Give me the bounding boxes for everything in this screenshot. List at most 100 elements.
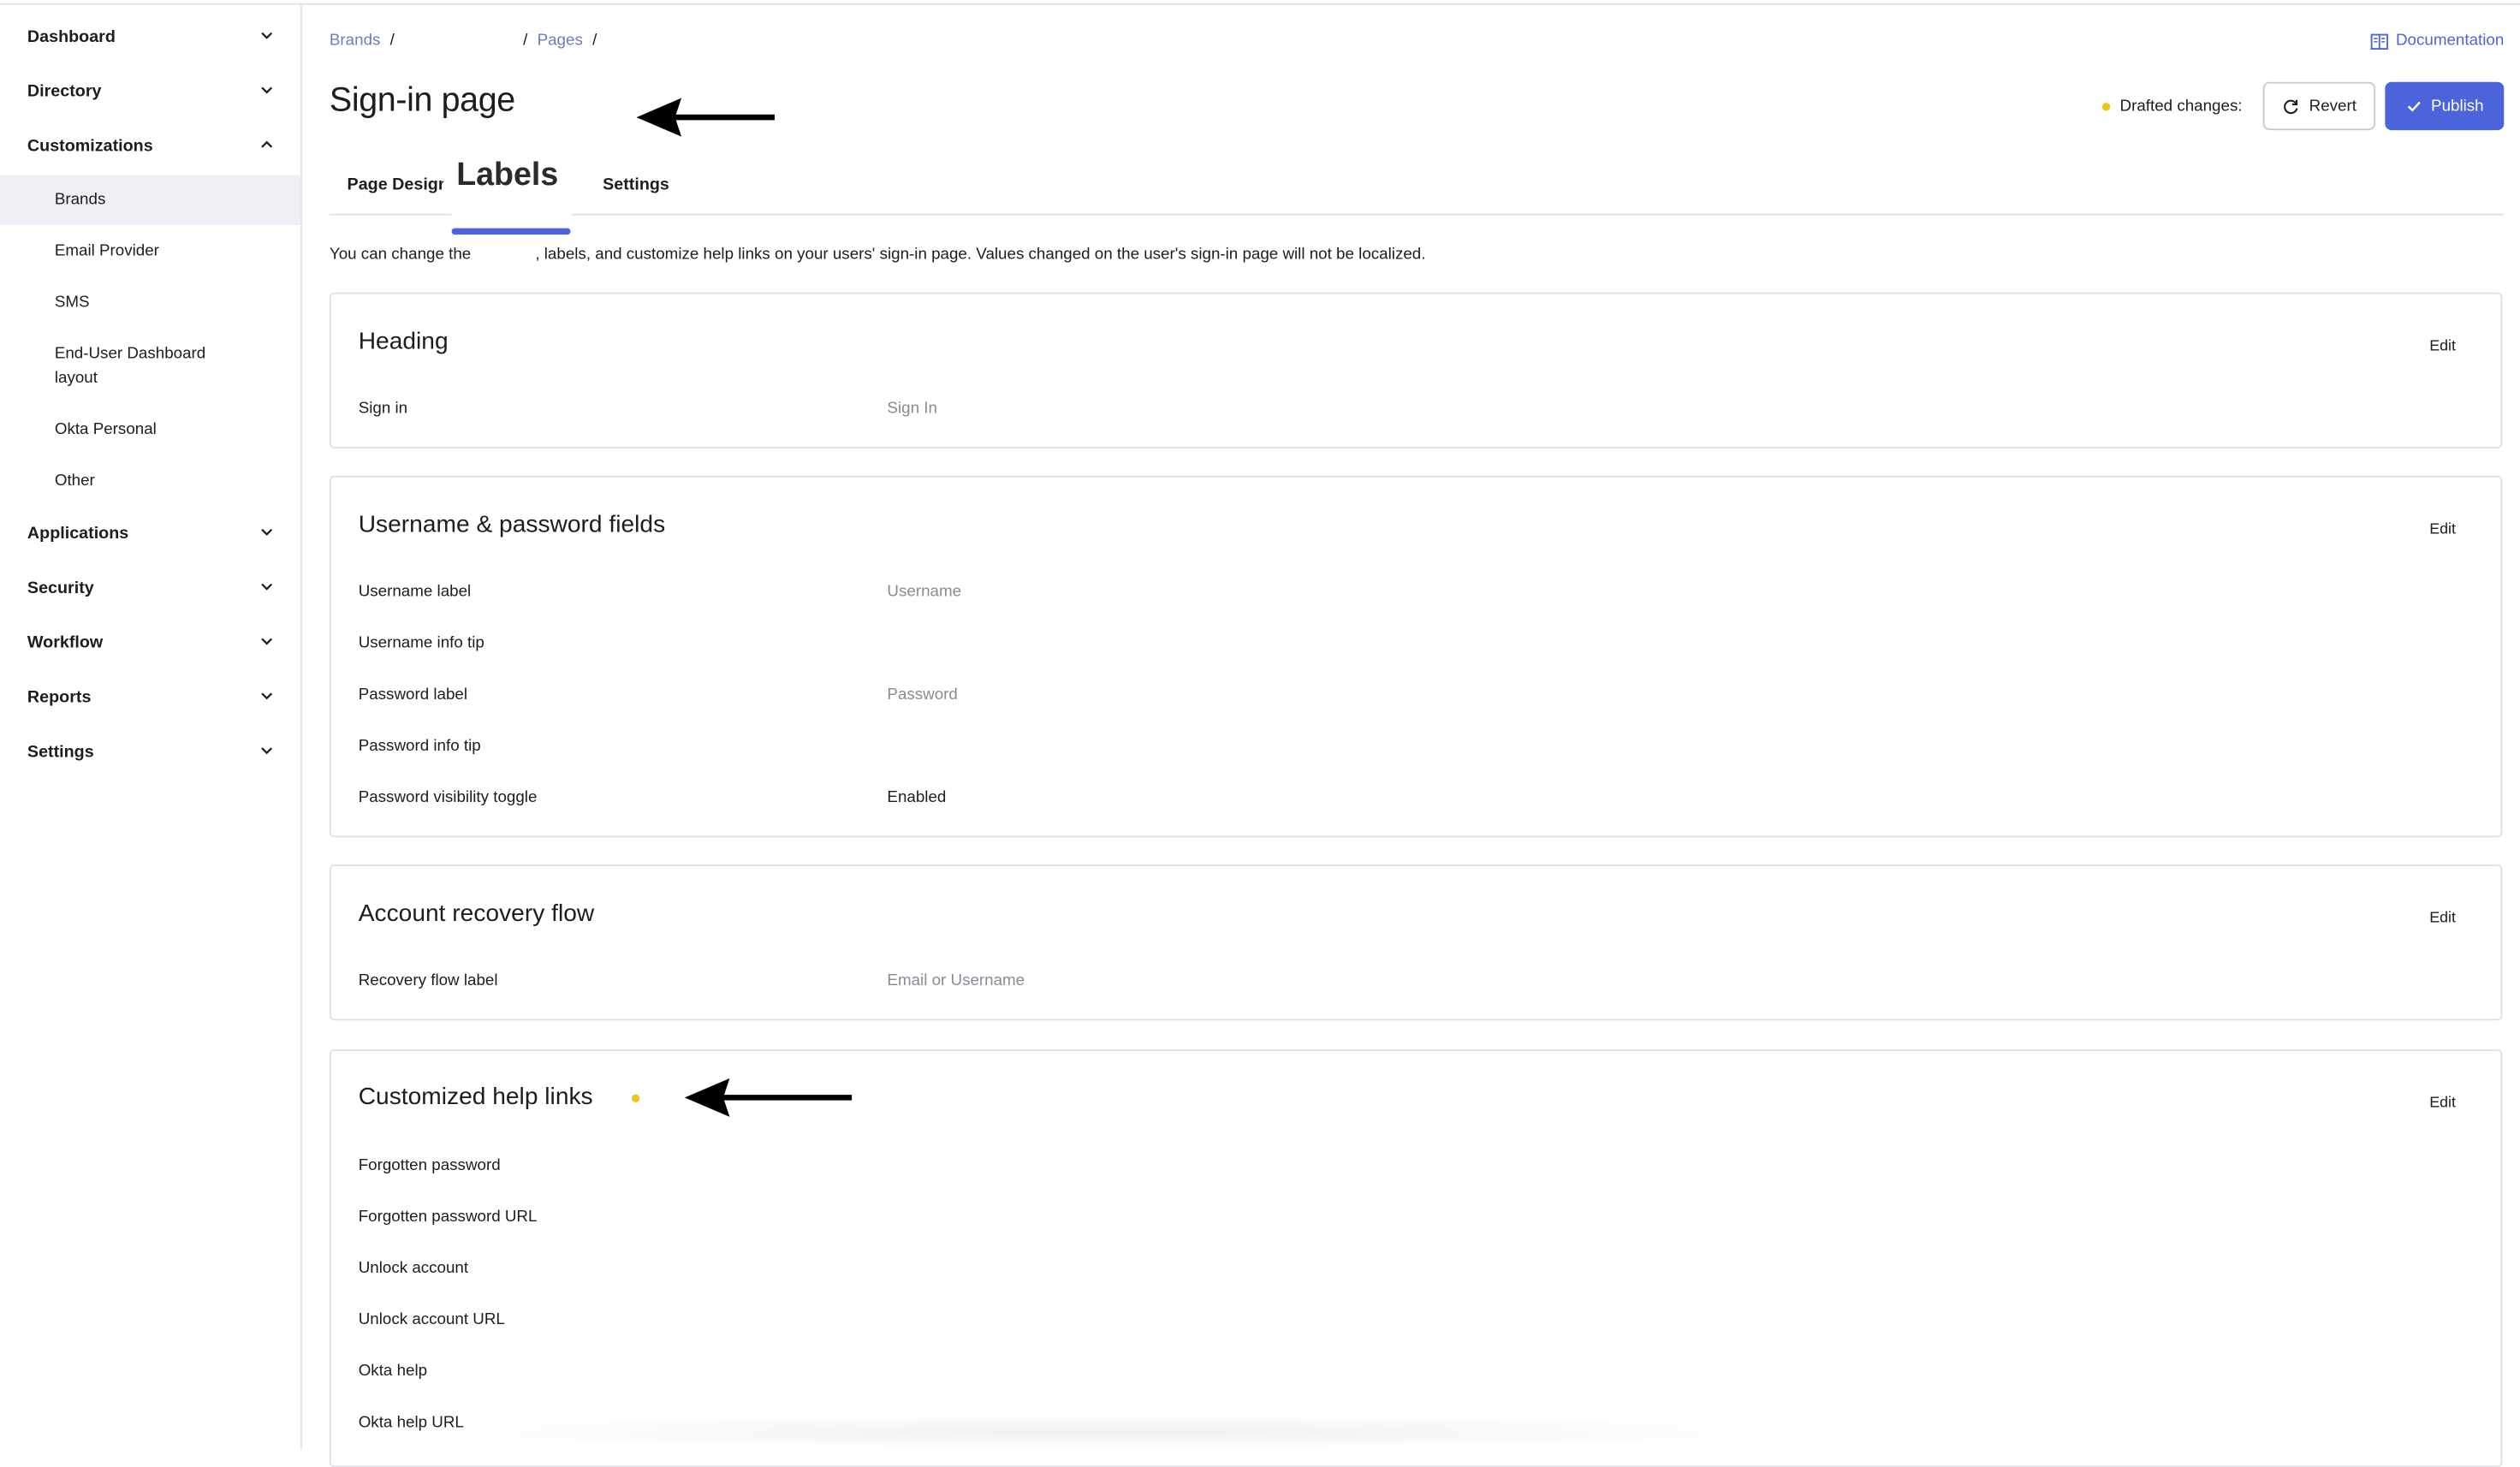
section-title: Username & password fields	[358, 511, 666, 538]
sidebar-item-label: End-User Dashboard layout	[54, 345, 206, 388]
chevron-down-icon	[261, 583, 273, 591]
sidebar-group-dashboard[interactable]: Dashboard	[0, 13, 300, 61]
row-label: Sign in	[358, 400, 408, 419]
sidebar-group-label: Settings	[27, 742, 94, 762]
sidebar-item-other[interactable]: Other	[0, 456, 300, 506]
edit-heading-button[interactable]: Edit	[2429, 337, 2456, 355]
edit-username-password-button[interactable]: Edit	[2429, 520, 2456, 538]
sidebar-group-label: Reports	[27, 687, 92, 708]
chevron-down-icon	[261, 32, 273, 39]
breadcrumb: Brands / / Pages /	[330, 33, 597, 50]
revert-label: Revert	[2309, 97, 2357, 116]
tab-labels-text: Labels	[456, 157, 559, 193]
sidebar-item-label: Brands	[54, 191, 106, 210]
main-content: Brands / / Pages / Documentation Sign-in…	[302, 5, 2520, 1467]
sidebar-group-workflow[interactable]: Workflow	[0, 619, 300, 667]
username-password-section: Username & password fields Edit Username…	[329, 475, 2503, 838]
breadcrumb-link-brands[interactable]: Brands	[330, 33, 380, 50]
sidebar-item-end-user-dashboard-layout[interactable]: End-User Dashboard layout	[0, 330, 300, 403]
help-links-section: Customized help links Edit Forgotten pas…	[329, 1049, 2503, 1467]
breadcrumb-link-pages[interactable]: Pages	[538, 33, 583, 50]
documentation-label: Documentation	[2396, 32, 2505, 50]
publish-label: Publish	[2431, 97, 2484, 116]
sidebar-item-email-provider[interactable]: Email Provider	[0, 227, 300, 276]
sidebar-item-sms[interactable]: SMS	[0, 278, 300, 328]
heading-section: Heading Edit Sign in Sign In	[329, 292, 2503, 448]
sidebar-group-label: Applications	[27, 524, 129, 543]
chevron-down-icon	[261, 86, 273, 94]
documentation-link[interactable]: Documentation	[2370, 33, 2504, 50]
row-label: Password label	[358, 686, 468, 704]
chevron-down-icon	[261, 528, 273, 536]
bottom-shadow	[385, 1414, 1833, 1450]
draft-dot	[631, 1094, 640, 1103]
tab-labels[interactable]: Labels	[451, 152, 573, 237]
page-description: You can change the , labels, and customiz…	[330, 246, 1426, 264]
drafted-changes-indicator: Drafted changes:	[2101, 98, 2243, 116]
tab-bar: Page Design Settings Labels	[329, 152, 2505, 237]
breadcrumb-redacted-brand[interactable]	[404, 33, 514, 50]
row-label: Unlock account	[358, 1260, 469, 1278]
sidebar-group-label: Directory	[27, 81, 102, 102]
sidebar-group-reports[interactable]: Reports	[0, 674, 300, 722]
app-window: Dashboard Directory Customizations Brand…	[0, 0, 2520, 1467]
sidebar-group-label: Dashboard	[27, 27, 116, 47]
annotation-arrow-icon	[636, 98, 776, 137]
sidebar-item-label: Other	[54, 472, 95, 490]
revert-button[interactable]: Revert	[2262, 81, 2376, 131]
sidebar-group-applications[interactable]: Applications	[0, 509, 300, 557]
sidebar-group-settings[interactable]: Settings	[0, 728, 300, 776]
row-label: Password visibility toggle	[358, 788, 538, 807]
description-text-end: , labels, and customize help links on yo…	[535, 246, 1426, 264]
sidebar-item-label: Okta Personal	[54, 420, 157, 439]
edit-account-recovery-button[interactable]: Edit	[2429, 910, 2456, 928]
sidebar-item-okta-personal[interactable]: Okta Personal	[0, 405, 300, 454]
chevron-up-icon	[261, 140, 273, 148]
section-title: Account recovery flow	[358, 900, 595, 928]
chevron-down-icon	[261, 747, 273, 755]
row-label: Username info tip	[358, 634, 484, 653]
publish-button[interactable]: Publish	[2385, 81, 2505, 131]
row-value: Password	[887, 686, 958, 704]
tab-settings[interactable]: Settings	[603, 175, 669, 195]
sidebar-group-label: Security	[27, 578, 94, 598]
sidebar-group-security[interactable]: Security	[0, 564, 300, 612]
sidebar-group-label: Workflow	[27, 633, 104, 653]
tab-page-design[interactable]: Page Design	[348, 175, 444, 195]
sidebar-item-label: SMS	[54, 294, 90, 312]
description-text-start: You can change the	[329, 246, 472, 264]
sidebar-group-customizations[interactable]: Customizations	[0, 122, 300, 170]
account-recovery-section: Account recovery flow Edit Recovery flow…	[329, 864, 2503, 1021]
row-label: Forgotten password	[358, 1156, 501, 1175]
page-title: Sign-in page	[329, 81, 515, 119]
active-tab-indicator	[451, 228, 571, 235]
revert-icon	[2283, 98, 2297, 114]
row-label: Forgotten password URL	[358, 1208, 538, 1226]
row-value: Email or Username	[887, 971, 1025, 990]
annotation-arrow-icon	[684, 1078, 853, 1117]
row-label: Unlock account URL	[358, 1311, 505, 1329]
section-title: Heading	[358, 328, 449, 355]
sidebar-item-brands[interactable]: Brands	[0, 175, 301, 225]
row-label: Password info tip	[358, 737, 481, 756]
sidebar-group-label: Customizations	[27, 136, 153, 157]
row-label: Recovery flow label	[358, 971, 498, 990]
draft-dot	[2101, 103, 2111, 111]
row-value: Username	[887, 583, 962, 602]
row-value: Enabled	[887, 788, 947, 807]
book-icon	[2370, 33, 2388, 50]
breadcrumb-separator: /	[389, 32, 395, 50]
check-icon	[2406, 101, 2421, 112]
chevron-down-icon	[261, 638, 273, 645]
row-label: Okta help	[358, 1363, 428, 1381]
section-title: Customized help links	[358, 1083, 593, 1111]
row-label: Username label	[358, 583, 472, 602]
breadcrumb-separator: /	[523, 32, 528, 50]
drafted-changes-label: Drafted changes:	[2119, 98, 2243, 116]
sidebar: Dashboard Directory Customizations Brand…	[0, 4, 302, 1450]
chevron-down-icon	[261, 692, 273, 700]
edit-help-links-button[interactable]: Edit	[2429, 1095, 2456, 1113]
sidebar-group-directory[interactable]: Directory	[0, 68, 300, 116]
sidebar-item-label: Email Provider	[54, 242, 159, 261]
row-value: Sign In	[887, 400, 937, 419]
